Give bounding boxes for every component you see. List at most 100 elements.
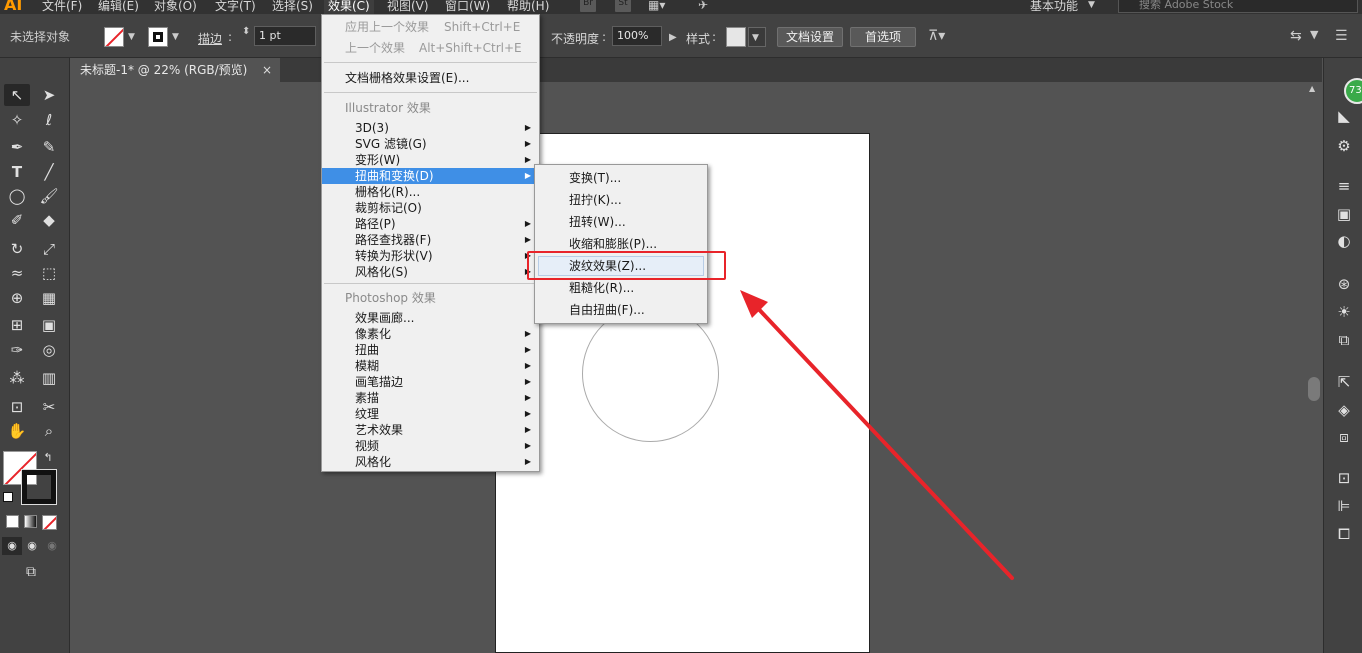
artboard-tool-icon[interactable]: ⊡ [4, 396, 30, 418]
menu-item-distort[interactable]: 扭曲 ▶ [322, 342, 539, 358]
stroke-weight-input[interactable]: 1 pt [254, 26, 316, 46]
submenu-item-pucker[interactable]: 扭拧(K)... [535, 190, 707, 210]
width-tool-icon[interactable]: ≈ [4, 262, 30, 284]
preferences-button[interactable]: 首选项 [850, 27, 916, 47]
appearance-panel-icon[interactable]: ☀ [1333, 301, 1355, 323]
chevron-right-icon[interactable]: ▶ [669, 32, 677, 43]
eraser-tool-icon[interactable]: ◆ [36, 209, 62, 231]
menu-item-artistic[interactable]: 艺术效果 ▶ [322, 422, 539, 438]
gpu-rocket-icon[interactable]: ✈ [698, 0, 708, 12]
menu-item-pathfinder[interactable]: 路径查找器(F) ▶ [322, 232, 539, 248]
menu-help[interactable]: 帮助(H) [507, 0, 549, 14]
gradient-mode-icon[interactable] [24, 515, 37, 528]
color-mode-icon[interactable] [6, 515, 19, 528]
menu-item-3d[interactable]: 3D(3) ▶ [322, 120, 539, 136]
swap-fill-stroke-icon[interactable]: ↰ [40, 450, 56, 466]
align-panel-icon[interactable]: ⊫ [1333, 495, 1355, 517]
selection-tool-icon[interactable]: ↖ [4, 84, 30, 106]
menu-item-crop-marks[interactable]: 裁剪标记(O) [322, 200, 539, 216]
menu-item-effect-gallery[interactable]: 效果画廊... [322, 310, 539, 326]
shaper-tool-icon[interactable]: ✐ [4, 209, 30, 231]
menu-file[interactable]: 文件(F) [42, 0, 82, 14]
fill-swatch[interactable] [104, 27, 124, 47]
menu-item-sketch[interactable]: 素描 ▶ [322, 390, 539, 406]
transform-panel-icon[interactable]: ⊡ [1333, 467, 1355, 489]
libraries-icon[interactable]: ⚙ [1333, 135, 1355, 157]
chevron-down-icon[interactable]: ▼ [1310, 28, 1318, 41]
opacity-input[interactable]: 100% [612, 26, 662, 46]
stroke-color-box[interactable] [21, 469, 57, 505]
menu-item-warp[interactable]: 变形(W) ▶ [322, 152, 539, 168]
menu-item-convert-to-shape[interactable]: 转换为形状(V) ▶ [322, 248, 539, 264]
perspective-grid-tool-icon[interactable]: ▦ [36, 287, 62, 309]
pin-icon[interactable]: ⊼▾ [928, 28, 945, 44]
vertical-scrollbar[interactable]: ▲ [1306, 82, 1322, 653]
shape-builder-tool-icon[interactable]: ⊕ [4, 287, 30, 309]
default-fill-stroke-icon[interactable] [3, 492, 13, 502]
document-tab[interactable]: 未标题-1* @ 22% (RGB/预览) × [70, 58, 280, 82]
document-setup-button[interactable]: 文档设置 [777, 27, 843, 47]
menu-item-rasterize[interactable]: 栅格化(R)... [322, 184, 539, 200]
submenu-item-transform[interactable]: 变换(T)... [535, 168, 707, 188]
stroke-label[interactable]: 描边 [198, 30, 222, 47]
ellipse-tool-icon[interactable]: ◯ [4, 185, 30, 207]
symbols-panel-icon[interactable]: ⧉ [1333, 329, 1355, 351]
type-tool-icon[interactable]: T [4, 161, 30, 183]
lasso-tool-icon[interactable]: ℓ [36, 109, 62, 131]
draw-inside-icon[interactable]: ◉ [42, 537, 62, 555]
chevron-down-icon[interactable]: ▼ [172, 32, 179, 42]
draw-normal-icon[interactable]: ◉ [2, 537, 22, 555]
menu-item-brush-strokes[interactable]: 画笔描边 ▶ [322, 374, 539, 390]
stroke-stepper-icon[interactable]: ⬍ [242, 26, 250, 37]
chevron-down-icon[interactable]: ▼ [128, 32, 135, 42]
stroke-swatch[interactable] [148, 27, 168, 47]
menu-item-distort-transform[interactable]: 扭曲和变换(D) ▶ [322, 168, 539, 184]
properties-icon[interactable]: ◣ [1333, 105, 1355, 127]
export-icon[interactable]: ⇱ [1333, 371, 1355, 393]
circle-shape[interactable] [582, 305, 719, 442]
menu-select[interactable]: 选择(S) [272, 0, 313, 14]
pen-tool-icon[interactable]: ✒ [4, 136, 30, 158]
workspace-switcher[interactable]: 基本功能 [1030, 0, 1078, 14]
zoom-tool-icon[interactable]: ⌕ [36, 420, 62, 442]
menu-edit[interactable]: 编辑(E) [98, 0, 139, 14]
scale-tool-icon[interactable]: ⤢ [36, 238, 62, 260]
curvature-tool-icon[interactable]: ✎ [36, 136, 62, 158]
symbol-sprayer-tool-icon[interactable]: ⁂ [4, 367, 30, 389]
menu-window[interactable]: 窗口(W) [445, 0, 490, 14]
menu-item-stylize-ps[interactable]: 风格化 ▶ [322, 454, 539, 470]
blend-tool-icon[interactable]: ◎ [36, 339, 62, 361]
menu-type[interactable]: 文字(T) [215, 0, 256, 14]
submenu-item-roughen[interactable]: 粗糙化(R)... [535, 278, 707, 298]
transparency-panel-icon[interactable]: ◐ [1333, 230, 1355, 252]
layers-panel-icon[interactable]: ◈ [1333, 399, 1355, 421]
draw-behind-icon[interactable]: ◉ [22, 537, 42, 555]
scrollbar-thumb[interactable] [1308, 377, 1320, 401]
menu-item-blur[interactable]: 模糊 ▶ [322, 358, 539, 374]
eyedropper-tool-icon[interactable]: ✑ [4, 339, 30, 361]
magic-wand-tool-icon[interactable]: ✧ [4, 109, 30, 131]
screen-mode-icon[interactable]: ⧉ [18, 561, 44, 583]
menu-item-pixelate[interactable]: 像素化 ▶ [322, 326, 539, 342]
menu-effect[interactable]: 效果(C) [324, 0, 374, 14]
menu-item-svg-filters[interactable]: SVG 滤镜(G) ▶ [322, 136, 539, 152]
creative-cloud-icon[interactable]: ⊛ [1333, 273, 1355, 295]
bridge-button[interactable]: Br [580, 0, 596, 12]
gradient-panel-icon[interactable]: ▣ [1333, 203, 1355, 225]
chevron-up-icon[interactable]: ▲ [1309, 84, 1315, 93]
line-tool-icon[interactable]: ╱ [36, 161, 62, 183]
menu-item-stylize-ai[interactable]: 风格化(S) ▶ [322, 264, 539, 280]
menu-item-texture[interactable]: 纹理 ▶ [322, 406, 539, 422]
menu-item-path[interactable]: 路径(P) ▶ [322, 216, 539, 232]
stroke-panel-icon[interactable]: ≡ [1333, 175, 1355, 197]
align-icon[interactable]: ⇆ [1290, 28, 1302, 44]
submenu-item-twist[interactable]: 扭转(W)... [535, 212, 707, 232]
raster-effect-settings-item[interactable]: 文档栅格效果设置(E)... [322, 70, 539, 86]
style-dropdown[interactable]: ▼ [748, 27, 766, 47]
rotate-tool-icon[interactable]: ↻ [4, 238, 30, 260]
submenu-item-free-distort[interactable]: 自由扭曲(F)... [535, 300, 707, 320]
pathfinder-panel-icon[interactable]: ⧠ [1333, 523, 1355, 545]
menu-object[interactable]: 对象(O) [154, 0, 197, 14]
menu-item-video[interactable]: 视频 ▶ [322, 438, 539, 454]
stock-button[interactable]: St [615, 0, 631, 12]
